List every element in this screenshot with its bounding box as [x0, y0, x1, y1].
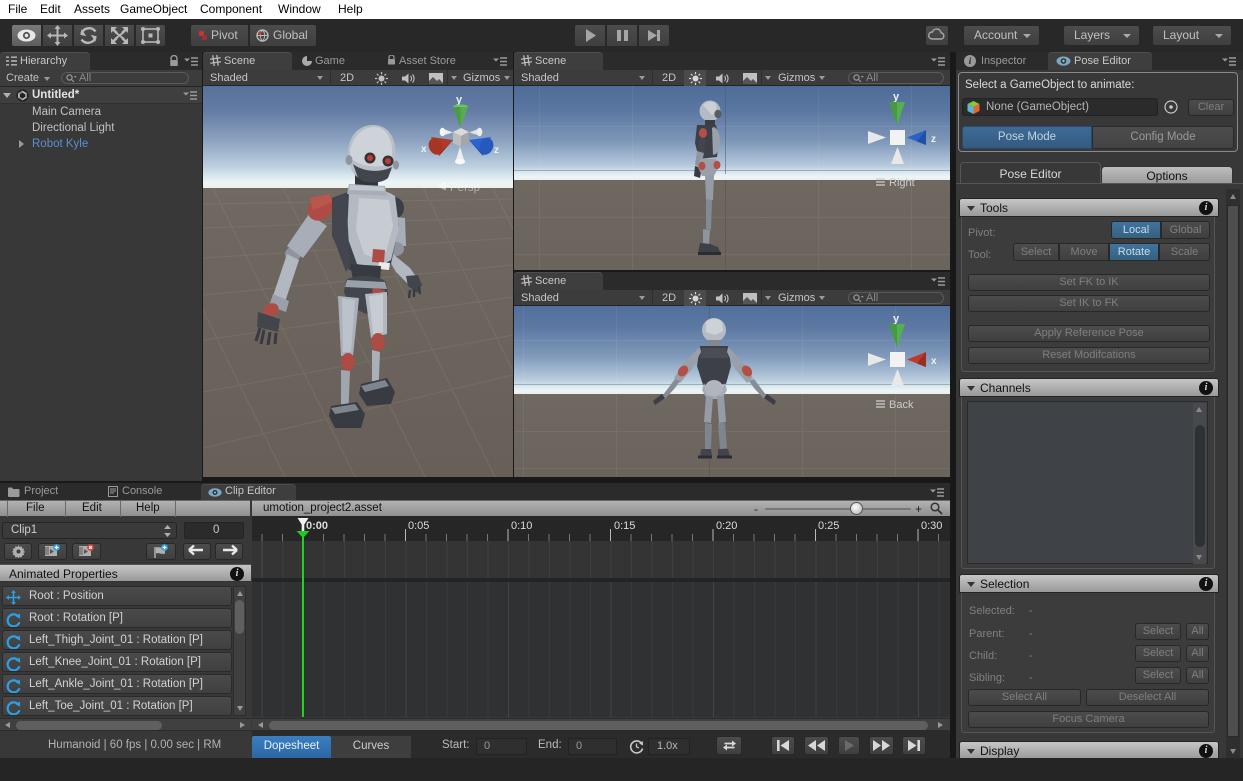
svg-text:Back: Back	[889, 399, 914, 411]
svg-text:y: y	[893, 313, 900, 325]
svg-text:y: y	[456, 94, 463, 106]
svg-text:x: x	[421, 144, 427, 155]
svg-text:x: x	[931, 356, 937, 367]
svg-text:z: z	[494, 145, 499, 156]
svg-text:y: y	[893, 91, 900, 103]
svg-text:Right: Right	[889, 177, 915, 189]
svg-text:z: z	[931, 134, 936, 145]
svg-text:Persp: Persp	[450, 182, 480, 194]
